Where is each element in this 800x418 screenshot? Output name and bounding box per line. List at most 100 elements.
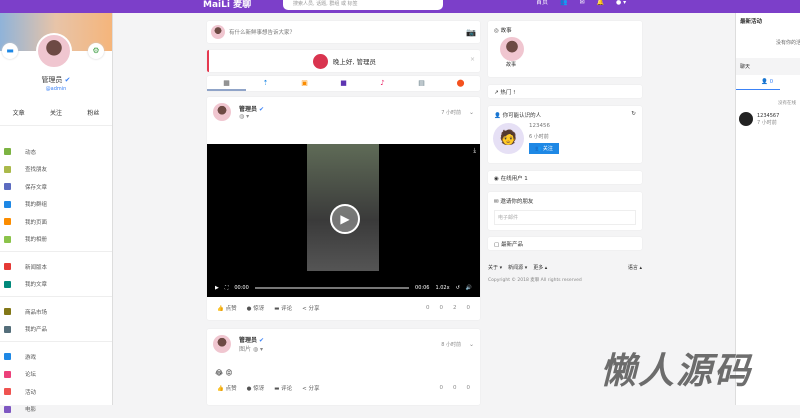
- products-title[interactable]: 最新产品: [501, 242, 523, 248]
- post-type-tab[interactable]: ■: [324, 76, 363, 91]
- fullscreen-icon[interactable]: ⛶: [225, 285, 229, 291]
- video-player[interactable]: ▶ ⤓ ▶⛶00:0000:061.02x↺🔊: [207, 144, 480, 297]
- sidebar-item-label: 我的相册: [25, 235, 47, 243]
- nav-icon: [4, 218, 11, 225]
- post-type-tab[interactable]: ▦: [207, 76, 246, 91]
- profile-name[interactable]: 管理员: [41, 76, 62, 84]
- share-button[interactable]: < 分享: [302, 384, 319, 392]
- sidebar-item[interactable]: 新闻版本: [0, 258, 112, 276]
- follow-button[interactable]: 👥 关注: [529, 143, 559, 154]
- sidebar-item[interactable]: 保存文章: [0, 178, 112, 196]
- close-icon[interactable]: ×: [470, 56, 475, 63]
- avatar[interactable]: [36, 33, 72, 69]
- speed-button[interactable]: 1.02x: [435, 285, 449, 291]
- like-button[interactable]: 👍 点赞: [217, 304, 237, 312]
- privacy-icon[interactable]: ◍ ▾: [239, 113, 264, 120]
- post-time[interactable]: 8 小时前: [441, 341, 461, 348]
- chevron-down-icon[interactable]: ⌄: [469, 109, 474, 116]
- nav-icon: [4, 201, 11, 208]
- sidebar-item[interactable]: 商品市场: [0, 303, 112, 321]
- post-avatar[interactable]: [213, 335, 231, 353]
- post-meta[interactable]: 图片 ◍ ▾: [239, 344, 264, 353]
- messages-icon[interactable]: ✉: [580, 0, 585, 6]
- progress-bar[interactable]: [255, 287, 409, 289]
- create-story-avatar[interactable]: [500, 37, 524, 61]
- suggested-user-time: 6 小时前: [529, 133, 559, 140]
- logo[interactable]: MaiLi 麦聊: [203, 0, 251, 11]
- comment-button[interactable]: ▬ 评论: [274, 384, 292, 392]
- footer-about[interactable]: 关于 ▾: [488, 264, 502, 271]
- like-button[interactable]: 👍 点赞: [217, 384, 237, 392]
- post-type-tab[interactable]: ⬤: [441, 76, 480, 91]
- play-overlay-button[interactable]: ▶: [330, 204, 360, 234]
- footer-newsfeed[interactable]: 新闻源 ▾: [508, 264, 527, 271]
- online-tab[interactable]: 👤 0: [736, 75, 780, 90]
- sidebar-item[interactable]: 游戏: [0, 348, 112, 366]
- sidebar-item[interactable]: 我的产品: [0, 321, 112, 339]
- invite-email-input[interactable]: 电子邮件: [494, 210, 636, 225]
- message-icon[interactable]: ▬: [2, 43, 18, 59]
- post-type-tab[interactable]: ▣: [285, 76, 324, 91]
- stories-icon: ◎: [494, 28, 499, 34]
- stat-articles[interactable]: 文章: [13, 108, 25, 117]
- volume-icon[interactable]: 🔊: [466, 285, 472, 291]
- notifications-icon[interactable]: 🔔: [597, 0, 604, 6]
- post-author[interactable]: 管理员: [239, 337, 257, 344]
- story-label[interactable]: 故事: [506, 61, 636, 68]
- footer-more[interactable]: 更多 ▴: [533, 264, 547, 271]
- nav-icon: [4, 166, 11, 173]
- suggested-user-name[interactable]: 123456: [529, 123, 559, 129]
- sidebar-item-label: 我的文章: [25, 280, 47, 288]
- composer-input[interactable]: 有什么新鲜事想告诉大家？: [229, 28, 295, 36]
- sidebar-item[interactable]: 我的页面: [0, 213, 112, 231]
- post-time[interactable]: 7 小时前: [441, 109, 461, 116]
- wow-button[interactable]: ● 惊讶: [247, 384, 265, 392]
- sidebar-item[interactable]: 我的文章: [0, 276, 112, 294]
- composer[interactable]: 有什么新鲜事想告诉大家？ 📷: [207, 21, 480, 43]
- sidebar-item-label: 我的群组: [25, 200, 47, 208]
- verified-icon: ✔: [259, 106, 264, 113]
- home-link[interactable]: 首页: [536, 0, 548, 6]
- refresh-icon[interactable]: ↻: [631, 111, 636, 117]
- post-author[interactable]: 管理员: [239, 106, 257, 113]
- comment-button[interactable]: ▬ 评论: [274, 304, 292, 312]
- post-avatar[interactable]: [213, 103, 231, 121]
- rewind-icon[interactable]: ↺: [456, 285, 460, 291]
- sidebar-item[interactable]: 动态: [0, 143, 112, 161]
- chevron-down-icon[interactable]: ⌄: [469, 341, 474, 348]
- chat-user[interactable]: 12345677 小时前: [736, 112, 800, 126]
- wow-count: 0: [440, 305, 444, 311]
- sidebar-item[interactable]: 查找朋友: [0, 161, 112, 179]
- profile-handle[interactable]: @admin: [0, 86, 112, 92]
- online-widget: ◉ 在线用户 1: [488, 171, 642, 184]
- left-sidebar: ▬ ⚙ 管理员 ✔ @admin 文章 关注 粉丝 动态查找朋友保存文章我的群组…: [0, 13, 113, 405]
- nav-divider: [0, 251, 112, 258]
- post-type-tabs: ▦⇡▣■♪▤⬤: [207, 76, 480, 91]
- like-count: 0: [440, 385, 444, 391]
- download-icon[interactable]: ⤓: [473, 147, 476, 155]
- sidebar-item[interactable]: 活动: [0, 383, 112, 401]
- stat-following[interactable]: 关注: [50, 108, 62, 117]
- sidebar-item[interactable]: 电影: [0, 401, 112, 418]
- post-type-tab[interactable]: ⇡: [246, 76, 285, 91]
- stat-followers[interactable]: 粉丝: [87, 108, 99, 117]
- wow-button[interactable]: ● 惊讶: [247, 304, 265, 312]
- watermark: 懒人源码: [600, 342, 752, 394]
- gear-icon[interactable]: ⚙: [88, 43, 104, 59]
- search-input[interactable]: 搜索人员, 话题, 群组 或 标签: [283, 0, 443, 10]
- online-users[interactable]: 在线用户 1: [501, 176, 528, 182]
- user-menu[interactable]: ● ▾: [616, 0, 626, 6]
- sidebar-item[interactable]: 我的相册: [0, 231, 112, 249]
- post-type-tab[interactable]: ▤: [402, 76, 441, 91]
- post-actions: 👍 点赞 ● 惊讶 ▬ 评论 < 分享 000: [207, 379, 480, 397]
- post-type-tab[interactable]: ♪: [363, 76, 402, 91]
- camera-icon[interactable]: 📷: [466, 28, 476, 37]
- play-icon[interactable]: ▶: [215, 285, 219, 291]
- language-select[interactable]: 语言 ▴: [628, 264, 642, 271]
- nav-icon: [4, 371, 11, 378]
- share-button[interactable]: < 分享: [302, 304, 319, 312]
- sidebar-item[interactable]: 我的群组: [0, 196, 112, 214]
- friends-icon[interactable]: 👥: [560, 0, 567, 6]
- suggested-user-avatar[interactable]: 🧑: [493, 123, 524, 154]
- sidebar-item[interactable]: 论坛: [0, 366, 112, 384]
